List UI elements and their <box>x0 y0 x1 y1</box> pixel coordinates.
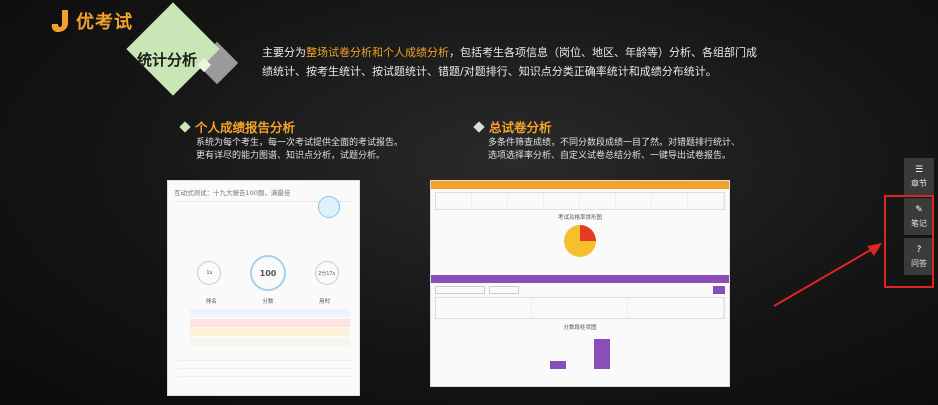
course-slide: 优考试 统计分析 主要分为整场试卷分析和个人成绩分析，包括考生各项信息（岗位、地… <box>0 0 938 405</box>
score-bar-chart <box>431 335 729 369</box>
rank-ring: 1s <box>197 261 222 285</box>
filter-row <box>435 286 725 294</box>
section-title: 统计分析 <box>136 51 197 69</box>
highlight-box <box>884 195 934 288</box>
bar <box>594 339 610 369</box>
personal-desc-line1: 系统为每个考生，每一次考试提供全面的考试报告。 <box>196 138 404 148</box>
chapters-label: 章节 <box>911 178 927 188</box>
overall-report-screenshot: 考试及格率饼形图 分数段柱状图 <box>430 180 730 387</box>
logo: 优考试 <box>50 8 133 34</box>
detail-row <box>190 309 350 317</box>
orange-header-bar <box>431 181 729 189</box>
score-ring: 100 <box>249 255 286 291</box>
intro-prefix: 主要分为 <box>262 46 306 59</box>
diamond-bullet-icon <box>179 120 191 133</box>
overall-desc: 多条件筛查成绩，不同分数段成绩一目了然。对错题排行统计、 选项选择率分析、自定义… <box>488 137 740 163</box>
score-labels: 排名 分数 用时 <box>183 297 353 305</box>
diamond-bullet-icon <box>473 120 485 133</box>
personal-heading: 个人成绩报告分析 <box>179 117 296 136</box>
overall-desc-line1: 多条件筛查成绩，不同分数段成绩一目了然。对错题排行统计、 <box>488 138 741 148</box>
intro-text: 主要分为整场试卷分析和个人成绩分析，包括考生各项信息（岗位、地区、年龄等）分析、… <box>262 43 762 81</box>
personal-report-screenshot: 互动式测试：十九大报告100题，满最佳 ​ 1s 100 2分17s 排名 分数… <box>167 180 360 396</box>
annotation-arrow-icon <box>773 243 882 307</box>
bar <box>550 361 566 369</box>
answer-line <box>178 353 353 361</box>
list-icon: ☰ <box>914 164 924 175</box>
score-rings: 1s 100 2分17s <box>183 255 353 291</box>
rank-label: 排名 <box>205 299 217 305</box>
intro-highlight: 整场试卷分析和个人成绩分析 <box>306 46 449 59</box>
time-label: 用时 <box>319 299 331 305</box>
detail-rows <box>190 309 350 347</box>
overall-desc-line2: 选项选择率分析、自定义试卷总结分析、一键导出试卷报告。 <box>488 151 732 161</box>
answer-list <box>178 353 353 377</box>
pie-chart-title: 考试及格率饼形图 <box>557 215 602 221</box>
overall-heading: 总试卷分析 <box>473 117 552 136</box>
detail-row <box>190 318 350 327</box>
score-table <box>435 297 725 319</box>
detail-row <box>190 337 350 346</box>
personal-desc-line2: 更有详尽的能力图谱、知识点分析，试题分析。 <box>196 151 386 161</box>
purple-header-bar <box>431 275 729 283</box>
bar-chart-title: 分数段柱状图 <box>563 325 597 331</box>
time-ring: 2分17s <box>314 261 339 285</box>
score-label: 分数 <box>262 299 274 305</box>
personal-desc: 系统为每个考生，每一次考试提供全面的考试报告。 更有详尽的能力图谱、知识点分析，… <box>196 137 403 163</box>
answer-line <box>178 369 353 377</box>
overall-title: 总试卷分析 <box>489 120 552 135</box>
summary-table <box>435 192 725 210</box>
answer-line <box>178 361 353 369</box>
logo-mark-icon <box>51 10 68 32</box>
pass-rate-pie <box>564 225 596 257</box>
personal-title: 个人成绩报告分析 <box>195 120 296 135</box>
detail-row <box>190 328 350 336</box>
avatar-icon <box>318 196 340 218</box>
chapters-button[interactable]: ☰ 章节 <box>904 158 934 195</box>
